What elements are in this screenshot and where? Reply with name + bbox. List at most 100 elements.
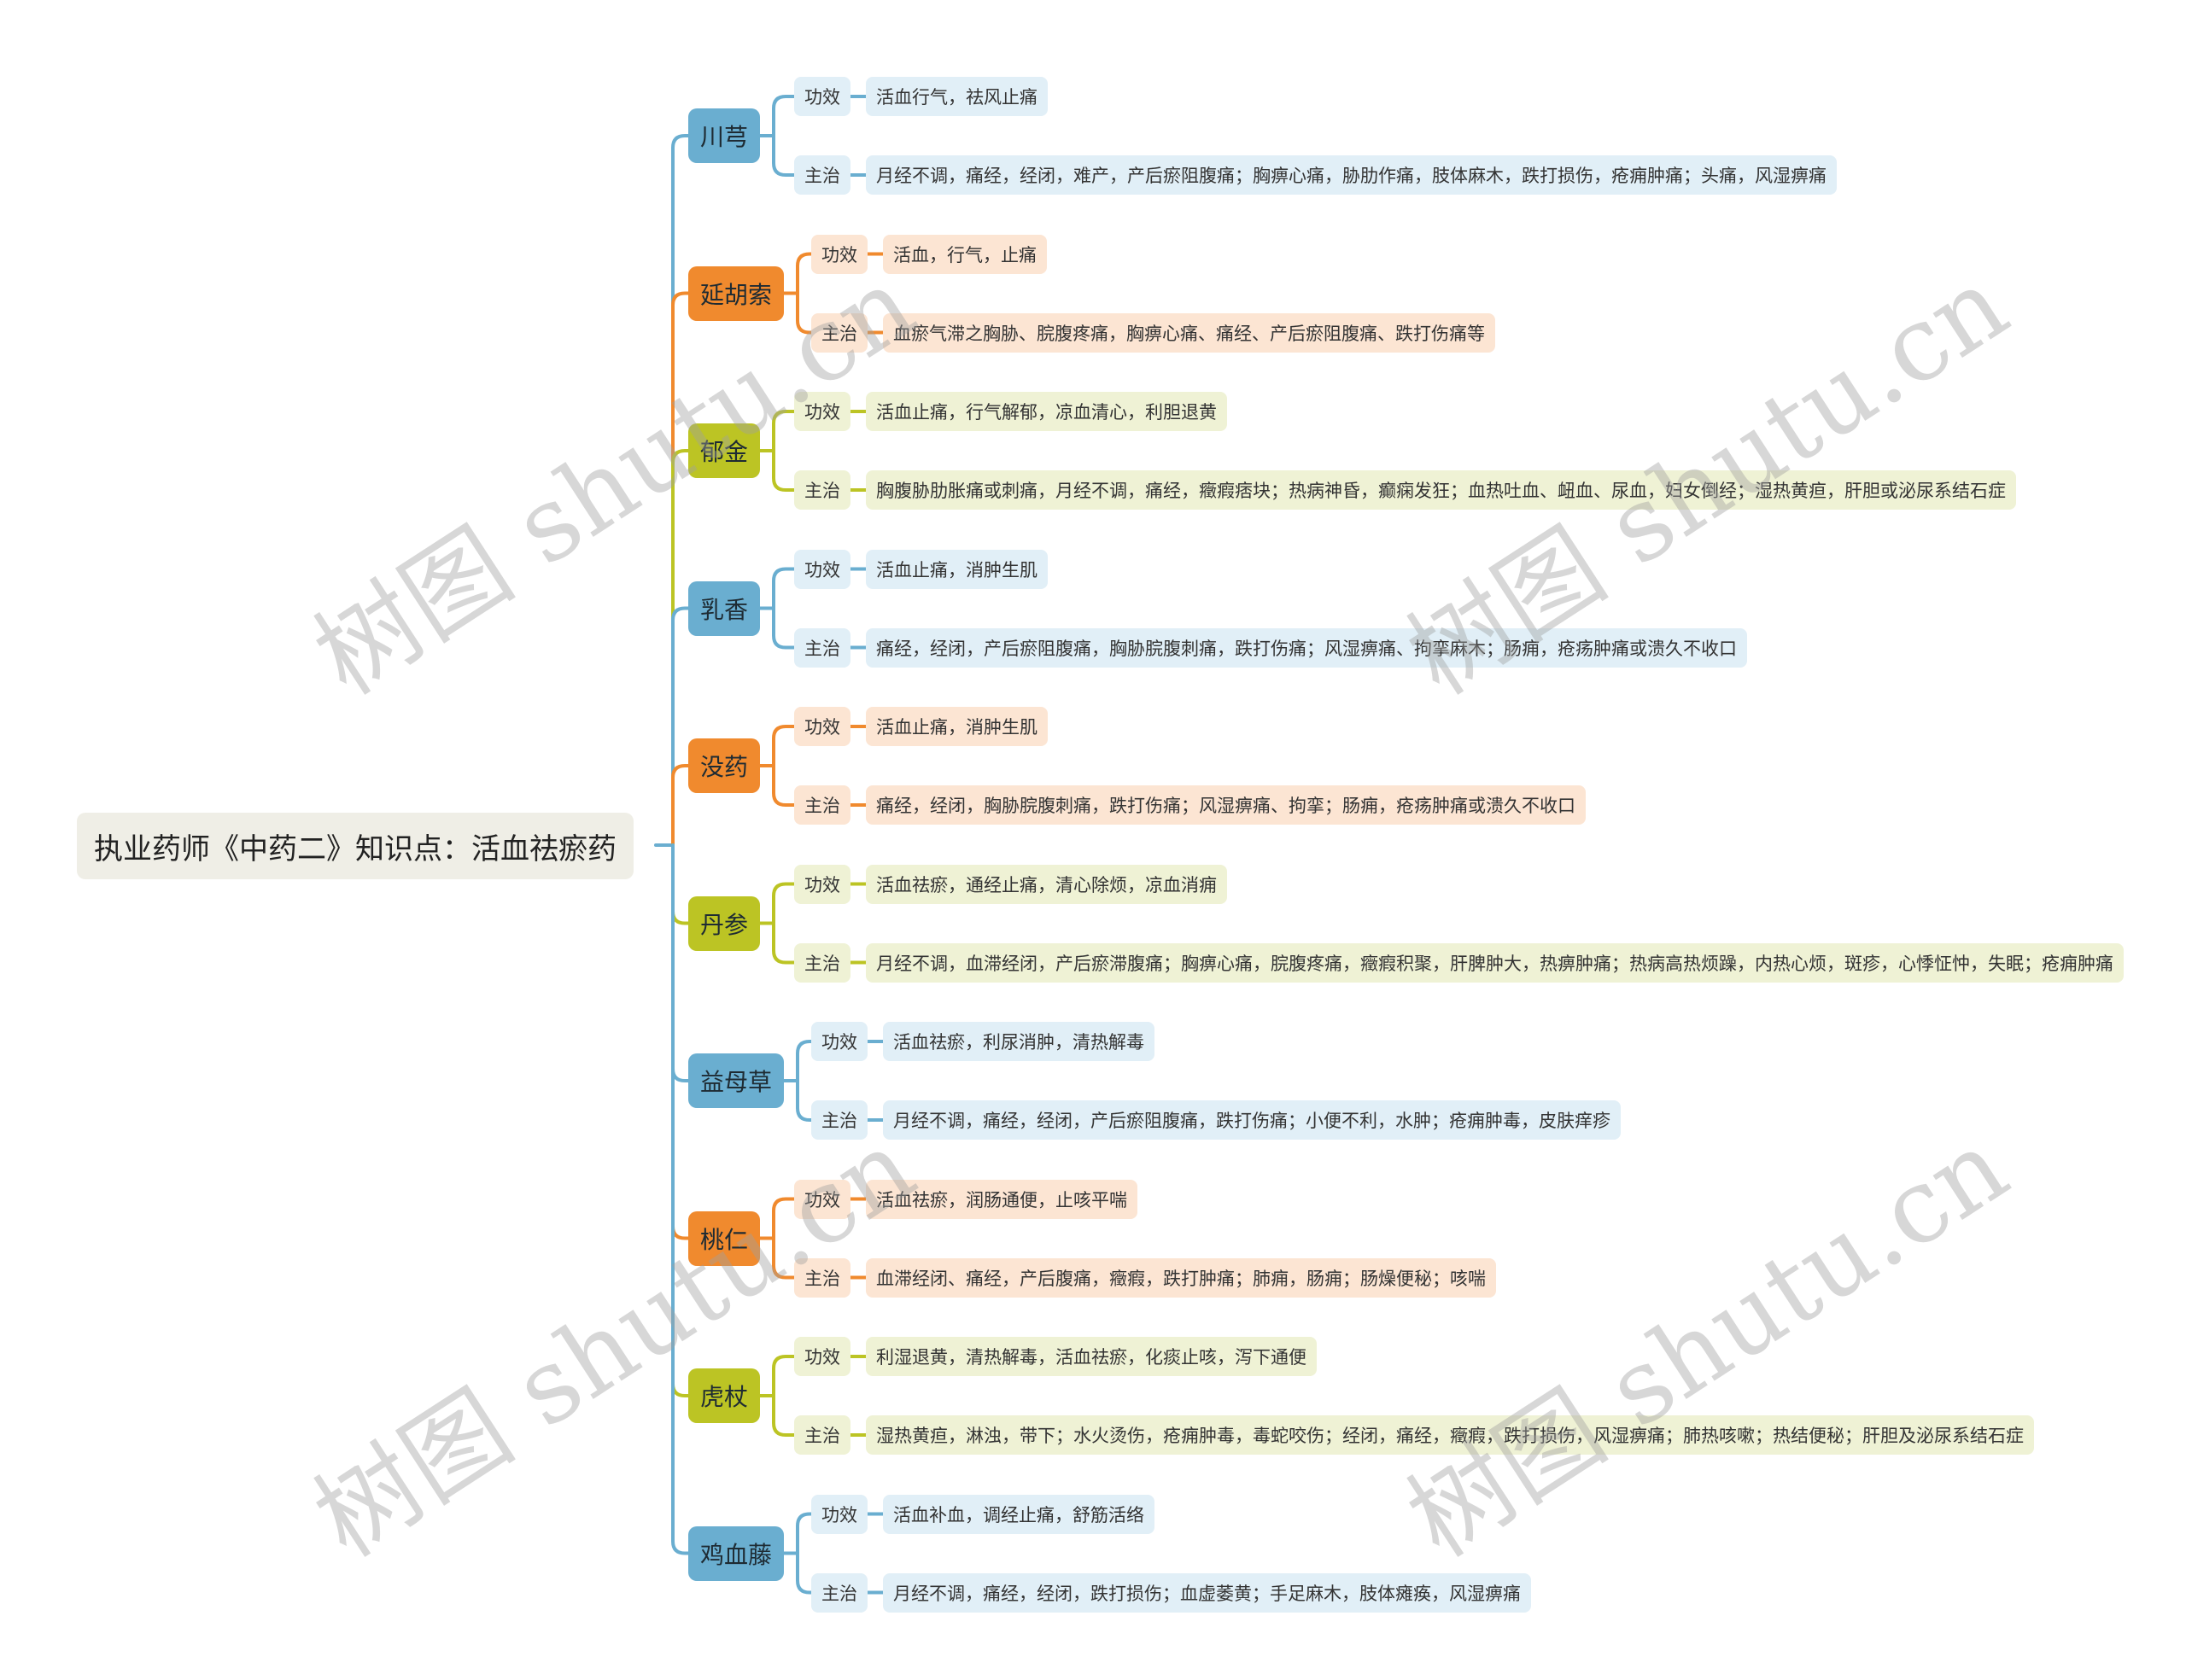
indication-label-text: 主治	[804, 638, 840, 659]
effect-label[interactable]: 功效	[794, 549, 850, 589]
effect-content[interactable]: 活血止痛，消肿生肌	[866, 549, 1048, 589]
indication-label-text: 主治	[804, 1426, 840, 1446]
sub-connector	[772, 567, 796, 610]
indication-content[interactable]: 湿热黄疸，淋浊，带下；水火烫伤，疮痈肿毒，毒蛇咬伤；经闭，痛经，癥瘕，跌打损伤，…	[866, 1415, 2034, 1455]
effect-label[interactable]: 功效	[794, 864, 850, 904]
branch-node-4[interactable]: 乳香	[688, 580, 761, 636]
indication-text: 血滞经闭、痛经，产后腹痛，癥瘕，跌打肿痛；肺痈，肠痈；肠燥便秘；咳喘	[876, 1268, 1486, 1289]
indication-text: 血瘀气滞之胸胁、脘腹疼痛，胸痹心痛、痛经、产后瘀阻腹痛、跌打伤痛等	[893, 323, 1485, 344]
indication-text: 胸腹胁肋胀痛或刺痛，月经不调，痛经，癥瘕痞块；热病神昏，癫痫发狂；血热吐血、衄血…	[876, 481, 2006, 501]
effect-content[interactable]: 利湿退黄，清热解毒，活血祛瘀，化痰止咳，泻下通便	[866, 1337, 1317, 1376]
branch-node-5[interactable]: 没药	[688, 738, 761, 793]
branch-node-9[interactable]: 虎杖	[688, 1368, 761, 1423]
effect-label-text: 功效	[804, 402, 840, 423]
indication-text: 月经不调，痛经，经闭，难产，产后瘀阻腹痛；胸痹心痛，胁肋作痛，肢体麻木，跌打损伤…	[876, 166, 1827, 186]
indication-text: 痛经，经闭，胸胁脘腹刺痛，跌打伤痛；风湿痹痛、拘挛；肠痈，疮疡肿痛或溃久不收口	[876, 796, 1575, 816]
branch-title: 虎杖	[700, 1383, 749, 1411]
indication-content[interactable]: 月经不调，痛经，经闭，产后瘀阻腹痛，跌打伤痛；小便不利，水肿；疮痈肿毒，皮肤痒疹	[883, 1100, 1621, 1140]
indication-label-text: 主治	[821, 323, 857, 344]
indication-label[interactable]: 主治	[811, 1100, 868, 1140]
trunk-connector	[671, 843, 690, 1240]
effect-text: 活血止痛，消肿生肌	[876, 717, 1037, 738]
indication-label[interactable]: 主治	[794, 785, 850, 825]
indication-label-text: 主治	[821, 1111, 857, 1131]
effect-label-text: 功效	[821, 244, 857, 265]
branch-title: 延胡索	[700, 280, 773, 309]
indication-label[interactable]: 主治	[811, 312, 868, 353]
effect-text: 活血补血，调经止痛，舒筋活络	[893, 1504, 1144, 1525]
indication-label[interactable]: 主治	[794, 942, 850, 983]
indication-content[interactable]: 痛经，经闭，胸胁脘腹刺痛，跌打伤痛；风湿痹痛、拘挛；肠痈，疮疡肿痛或溃久不收口	[866, 785, 1586, 825]
indication-label-text: 主治	[804, 481, 840, 501]
sub-connector	[772, 764, 796, 807]
indication-content[interactable]: 月经不调，痛经，经闭，难产，产后瘀阻腹痛；胸痹心痛，胁肋作痛，肢体麻木，跌打损伤…	[866, 155, 1837, 195]
sub-connector	[796, 252, 813, 295]
indication-text: 湿热黄疸，淋浊，带下；水火烫伤，疮痈肿毒，毒蛇咬伤；经闭，痛经，癥瘕，跌打损伤，…	[876, 1426, 2024, 1446]
effect-content[interactable]: 活血止痛，行气解郁，凉血清心，利胆退黄	[866, 392, 1227, 431]
effect-label[interactable]: 功效	[794, 1337, 850, 1376]
root-title: 执业药师《中药二》知识点：活血祛瘀药	[94, 831, 617, 866]
trunk-connector	[671, 449, 690, 847]
indication-label[interactable]: 主治	[794, 1257, 850, 1298]
branch-title: 丹参	[700, 910, 749, 939]
effect-content[interactable]: 活血祛瘀，通经止痛，清心除烦，凉血消痈	[866, 864, 1227, 904]
effect-text: 活血止痛，消肿生肌	[876, 559, 1037, 580]
indication-label[interactable]: 主治	[794, 627, 850, 668]
indication-label[interactable]: 主治	[794, 155, 850, 195]
sub-connector	[772, 1355, 796, 1397]
effect-content[interactable]: 活血祛瘀，润肠通便，止咳平喘	[866, 1179, 1137, 1219]
branch-node-2[interactable]: 延胡索	[688, 265, 785, 321]
effect-content[interactable]: 活血补血，调经止痛，舒筋活络	[883, 1494, 1154, 1534]
indication-label-text: 主治	[821, 1583, 857, 1604]
effect-label[interactable]: 功效	[794, 77, 850, 116]
branch-node-1[interactable]: 川芎	[688, 108, 761, 163]
indication-label[interactable]: 主治	[811, 1572, 868, 1613]
branch-title: 益母草	[700, 1068, 773, 1096]
branch-node-7[interactable]: 益母草	[688, 1053, 785, 1108]
indication-content[interactable]: 月经不调，痛经，经闭，跌打损伤；血虚萎黄；手足麻木，肢体瘫痪，风湿痹痛	[883, 1572, 1531, 1613]
indication-label[interactable]: 主治	[794, 1415, 850, 1455]
indication-content[interactable]: 胸腹胁肋胀痛或刺痛，月经不调，痛经，癥瘕痞块；热病神昏，癫痫发狂；血热吐血、衄血…	[866, 470, 2016, 510]
effect-content[interactable]: 活血，行气，止痛	[883, 234, 1047, 274]
effect-label[interactable]: 功效	[794, 1179, 850, 1219]
indication-content[interactable]: 血瘀气滞之胸胁、脘腹疼痛，胸痹心痛、痛经、产后瘀阻腹痛、跌打伤痛等	[883, 312, 1495, 353]
indication-text: 月经不调，痛经，经闭，跌打损伤；血虚萎黄；手足麻木，肢体瘫痪，风湿痹痛	[893, 1583, 1521, 1604]
effect-label[interactable]: 功效	[811, 1494, 868, 1534]
indication-text: 痛经，经闭，产后瘀阻腹痛，胸胁脘腹刺痛，跌打伤痛；风湿痹痛、拘挛麻木；肠痈，疮疡…	[876, 638, 1737, 659]
effect-text: 活血行气，祛风止痛	[876, 87, 1037, 108]
effect-content[interactable]: 活血行气，祛风止痛	[866, 77, 1048, 116]
effect-label[interactable]: 功效	[811, 1022, 868, 1061]
indication-label[interactable]: 主治	[794, 470, 850, 510]
sub-connector	[772, 1394, 796, 1437]
indication-content[interactable]: 血滞经闭、痛经，产后腹痛，癥瘕，跌打肿痛；肺痈，肠痈；肠燥便秘；咳喘	[866, 1257, 1496, 1298]
branch-node-10[interactable]: 鸡血藤	[688, 1525, 785, 1581]
effect-content[interactable]: 活血止痛，消肿生肌	[866, 707, 1048, 746]
indication-label-text: 主治	[804, 166, 840, 186]
effect-content[interactable]: 活血祛瘀，利尿消肿，清热解毒	[883, 1022, 1154, 1061]
effect-label-text: 功效	[804, 559, 840, 580]
sub-connector	[772, 410, 796, 452]
sub-connector	[796, 291, 813, 335]
branch-node-3[interactable]: 郁金	[688, 423, 761, 478]
branch-node-8[interactable]: 桃仁	[688, 1210, 761, 1266]
sub-connector	[796, 1040, 813, 1082]
trunk-connector	[671, 843, 690, 1397]
sub-connector	[772, 1236, 796, 1280]
effect-label-text: 功效	[804, 87, 840, 108]
branch-node-6[interactable]: 丹参	[688, 895, 761, 951]
sub-connector	[772, 882, 796, 925]
trunk-connector	[671, 843, 690, 1082]
effect-text: 活血，行气，止痛	[893, 244, 1037, 265]
effect-label-text: 功效	[804, 1347, 840, 1368]
root-topic[interactable]: 执业药师《中药二》知识点：活血祛瘀药	[77, 813, 634, 879]
sub-connector	[772, 1197, 796, 1240]
effect-label-text: 功效	[804, 874, 840, 895]
sub-connector	[796, 1512, 813, 1555]
effect-label[interactable]: 功效	[794, 392, 850, 431]
sub-connector	[772, 134, 796, 177]
effect-label[interactable]: 功效	[794, 707, 850, 746]
trunk-connector	[671, 134, 690, 847]
indication-content[interactable]: 痛经，经闭，产后瘀阻腹痛，胸胁脘腹刺痛，跌打伤痛；风湿痹痛、拘挛麻木；肠痈，疮疡…	[866, 627, 1747, 668]
indication-content[interactable]: 月经不调，血滞经闭，产后瘀滞腹痛；胸痹心痛，脘腹疼痛，癥瘕积聚，肝脾肿大，热痹肿…	[866, 942, 2124, 983]
effect-label[interactable]: 功效	[811, 234, 868, 274]
